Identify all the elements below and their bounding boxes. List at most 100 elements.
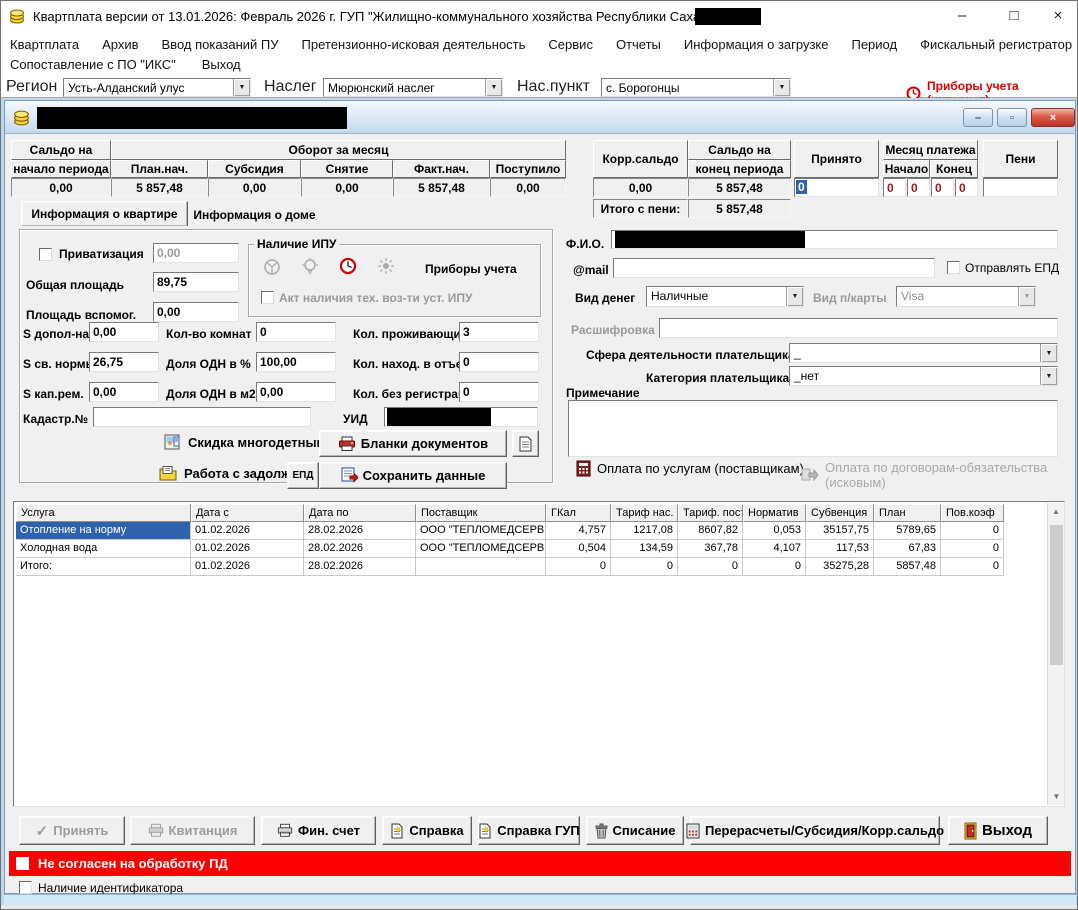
column-header[interactable]: Тариф нас. — [611, 504, 678, 522]
odn-pct-input[interactable]: 100,00 — [256, 352, 336, 372]
menu-period[interactable]: Период — [851, 37, 897, 52]
menu-kvartplata[interactable]: Квартплата — [10, 37, 79, 52]
scrollbar-thumb[interactable] — [1050, 525, 1063, 665]
month-header: Месяц платежа — [883, 140, 978, 160]
mail-label: @mail — [573, 263, 609, 277]
column-header[interactable]: Дата по — [304, 504, 416, 522]
sphere-select[interactable]: _ ▼ — [789, 343, 1058, 363]
column-header[interactable]: Субвенция — [806, 504, 874, 522]
epd-button[interactable]: ЕПД — [287, 462, 319, 489]
child-minimize-button[interactable]: – — [963, 108, 993, 127]
chevron-down-icon[interactable]: ▼ — [485, 79, 502, 96]
table-cell: 1217,08 — [611, 522, 678, 540]
exit-button[interactable]: Выход — [948, 816, 1048, 845]
kadastr-input[interactable] — [93, 407, 311, 427]
menu-info-zagruzka[interactable]: Информация о загрузке — [684, 37, 829, 52]
send-epd-checkbox[interactable] — [947, 261, 960, 274]
menu-servis[interactable]: Сервис — [548, 37, 593, 52]
chevron-down-icon[interactable]: ▼ — [233, 79, 250, 96]
tab-house-info[interactable]: Информация о доме — [188, 204, 321, 225]
save-data-button[interactable]: Сохранить данные — [319, 462, 507, 489]
aux-area-input[interactable]: 0,00 — [153, 302, 239, 322]
column-header[interactable]: Пов.коэф — [941, 504, 1004, 522]
child-close-button[interactable]: × — [1031, 108, 1075, 127]
s-kap-input[interactable]: 0,00 — [89, 382, 159, 402]
spisanie-button[interactable]: Списание — [586, 816, 684, 845]
close-button[interactable]: × — [1037, 7, 1078, 24]
table-row[interactable]: Отопление на норму01.02.202628.02.2026ОО… — [16, 522, 1064, 540]
table-cell: Итого: — [16, 558, 191, 576]
mail-input[interactable] — [613, 258, 935, 278]
identifier-checkbox[interactable] — [19, 881, 32, 894]
menu-sopostavlenie[interactable]: Сопоставление с ПО "ИКС" — [10, 57, 176, 72]
region-select[interactable]: Усть-Алданский улус ▼ — [63, 78, 251, 97]
document-blanks-button[interactable]: Бланки документов — [319, 430, 507, 457]
fin-account-button[interactable]: Фин. счет — [261, 816, 376, 845]
rooms-input[interactable]: 0 — [256, 322, 336, 342]
menu-vyhod[interactable]: Выход — [202, 57, 241, 72]
menu-vvod-pokazaniy[interactable]: Ввод показаний ПУ — [162, 37, 279, 52]
column-header[interactable]: Норматив — [743, 504, 806, 522]
prinyato-input[interactable]: 0 — [794, 178, 879, 197]
table-row[interactable]: Холодная вода01.02.202628.02.2026ООО "ТЕ… — [16, 540, 1064, 558]
table-cell: 35275,28 — [806, 558, 874, 576]
column-header[interactable]: ГКал — [546, 504, 611, 522]
month-end-1-input[interactable]: 0 — [931, 178, 954, 197]
pay-contracts-label: Оплата по договорам-обязательства (исков… — [825, 460, 1077, 490]
naspunkt-label: Нас.пункт — [517, 78, 590, 96]
table-scrollbar[interactable]: ▲ ▼ — [1047, 503, 1064, 805]
total-area-input[interactable]: 89,75 — [153, 272, 239, 292]
column-header[interactable]: План — [874, 504, 941, 522]
away-input[interactable]: 0 — [459, 352, 539, 372]
odn-m2-input[interactable]: 0,00 — [256, 382, 336, 402]
chevron-down-icon[interactable]: ▼ — [773, 79, 790, 96]
category-select[interactable]: _нет ▼ — [789, 366, 1058, 386]
table-cell: 0 — [611, 558, 678, 576]
maximize-button[interactable]: □ — [993, 7, 1035, 24]
redacted-fio — [615, 231, 805, 248]
month-start-1-input[interactable]: 0 — [883, 178, 906, 197]
menu-pretenzionno[interactable]: Претензионно-исковая деятельность — [302, 37, 526, 52]
pay-services-link[interactable]: Оплата по услугам (поставщикам) — [576, 460, 804, 477]
spravka-gup-button[interactable]: Справка ГУП — [478, 816, 580, 845]
tab-apartment-info[interactable]: Информация о квартире — [21, 201, 188, 226]
month-end-2-input[interactable]: 0 — [955, 178, 978, 197]
menu-arhiv[interactable]: Архив — [102, 37, 138, 52]
chevron-down-icon[interactable]: ▼ — [786, 287, 803, 306]
residents-input[interactable]: 3 — [459, 322, 539, 342]
column-header[interactable]: Поставщик — [416, 504, 546, 522]
pd-consent-checkbox[interactable] — [16, 857, 29, 870]
column-header[interactable]: Тариф. пост — [678, 504, 743, 522]
scroll-up-arrow[interactable]: ▲ — [1048, 503, 1064, 520]
column-header[interactable]: Услуга — [16, 504, 191, 522]
money-type-select[interactable]: Наличные ▼ — [646, 286, 804, 307]
recalc-button[interactable]: Перерасчеты/Субсидия/Корр.сальдо — [690, 816, 940, 845]
spravka-button[interactable]: Справка — [382, 816, 472, 845]
calculator-icon — [576, 460, 591, 477]
chevron-down-icon[interactable]: ▼ — [1040, 344, 1057, 362]
child-window-controls: – ▫ × — [963, 108, 1075, 127]
chevron-down-icon[interactable]: ▼ — [1040, 367, 1057, 385]
naspunkt-select[interactable]: с. Борогонцы ▼ — [601, 78, 791, 97]
child-restore-button[interactable]: ▫ — [997, 108, 1027, 127]
coins-icon — [9, 8, 26, 25]
column-header[interactable]: Дата с — [191, 504, 304, 522]
note-textarea[interactable] — [568, 400, 1058, 457]
month-start-2-input[interactable]: 0 — [907, 178, 930, 197]
s-norm-input[interactable]: 26,75 — [89, 352, 159, 372]
minimize-button[interactable]: – — [941, 7, 983, 24]
snyatie-header: Снятие — [301, 160, 393, 178]
document-button[interactable] — [512, 430, 539, 457]
nasleg-select[interactable]: Мюрюнский наслег ▼ — [323, 78, 503, 97]
table-cell — [416, 558, 546, 576]
scroll-down-arrow[interactable]: ▼ — [1048, 788, 1065, 805]
nasleg-label: Наслег — [264, 78, 317, 96]
table-row[interactable]: Итого:01.02.202628.02.2026000035275,2858… — [16, 558, 1064, 576]
s-dop-input[interactable]: 0,00 — [89, 322, 159, 342]
privatization-checkbox[interactable] — [39, 248, 52, 261]
menu-fiskalny[interactable]: Фискальный регистратор — [920, 37, 1072, 52]
menu-otchety[interactable]: Отчеты — [616, 37, 661, 52]
peni-input[interactable] — [983, 178, 1058, 197]
unreg-input[interactable]: 0 — [459, 382, 539, 402]
save-label: Сохранить данные — [363, 468, 486, 483]
